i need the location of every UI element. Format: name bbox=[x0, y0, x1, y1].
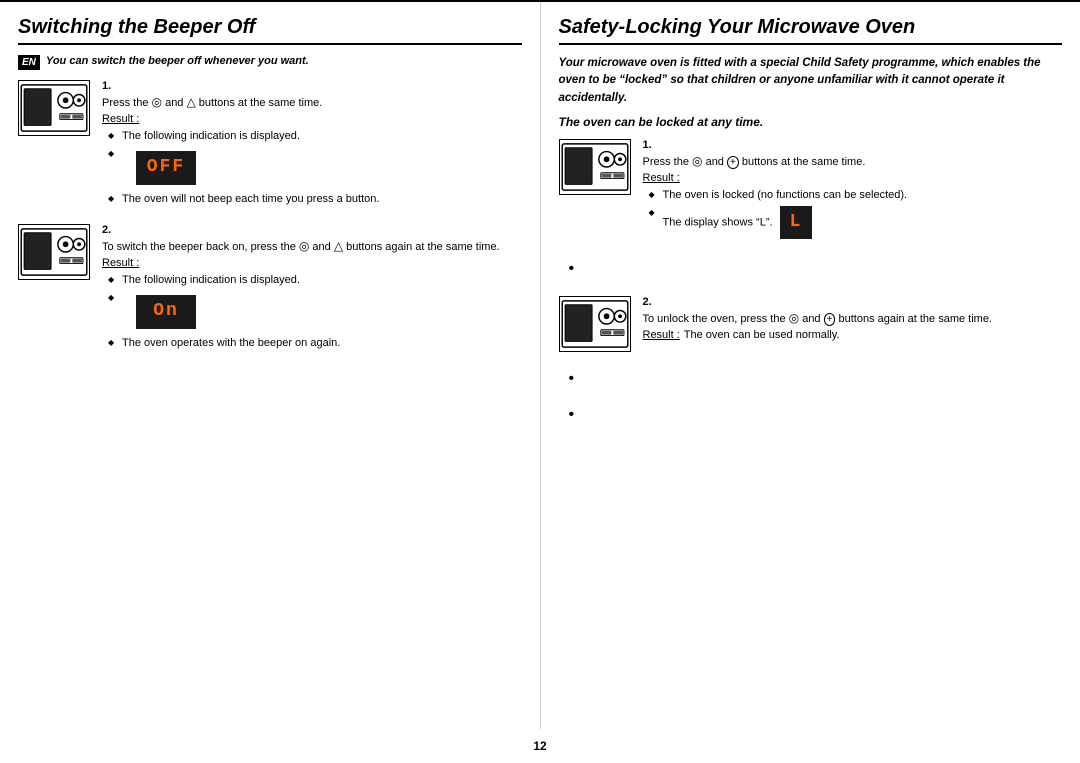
left-step2-bullet2: The oven operates with the beeper on aga… bbox=[108, 336, 522, 351]
right-intro: Your microwave oven is fitted with a spe… bbox=[559, 55, 1063, 107]
right-bullet-dot-2: • bbox=[559, 370, 1063, 388]
left-step2-bullet1: The following indication is displayed. bbox=[108, 273, 522, 288]
right-column: Safety-Locking Your Microwave Oven Your … bbox=[541, 2, 1080, 729]
page-number: 12 bbox=[0, 729, 1080, 763]
left-intro: EN You can switch the beeper off wheneve… bbox=[18, 55, 522, 70]
right-step1-row: 1. Press the ◎ and + buttons at the same… bbox=[559, 139, 1063, 243]
left-display-on: On bbox=[136, 295, 196, 328]
right-step2-result-label: Result : bbox=[643, 329, 680, 341]
oven-diagram-2 bbox=[18, 224, 90, 280]
right-step2-row: 2. To unlock the oven, press the ◎ and +… bbox=[559, 296, 1063, 352]
right-section-title: Safety-Locking Your Microwave Oven bbox=[559, 16, 1063, 45]
left-step2-bullets: The following indication is displayed. O… bbox=[102, 273, 522, 351]
right-step1-bullet2: The display shows “L”. L bbox=[649, 206, 1063, 239]
left-step1-bullets: The following indication is displayed. O… bbox=[102, 129, 522, 207]
left-step1-content: 1. Press the ◎ and △ buttons at the same… bbox=[102, 80, 522, 210]
right-step2-instruction: To unlock the oven, press the ◎ and + bu… bbox=[643, 311, 1063, 325]
right-step2-result-text: The oven can be used normally. bbox=[684, 329, 840, 341]
right-step2-content: 2. To unlock the oven, press the ◎ and +… bbox=[643, 296, 1063, 341]
right-subheading: The oven can be locked at any time. bbox=[559, 115, 1063, 129]
left-step1-instruction: Press the ◎ and △ buttons at the same ti… bbox=[102, 95, 522, 109]
left-intro-text: You can switch the beeper off whenever y… bbox=[46, 55, 309, 67]
right-bullet-dot-3: • bbox=[559, 406, 1063, 424]
right-bullet-dot-1: • bbox=[559, 260, 1063, 278]
left-section-title: Switching the Beeper Off bbox=[18, 16, 522, 45]
oven-diagram-right-2 bbox=[559, 296, 631, 352]
left-step2-row: 2. To switch the beeper back on, press t… bbox=[18, 224, 522, 354]
left-step1-number: 1. bbox=[102, 80, 522, 92]
left-step2-content: 2. To switch the beeper back on, press t… bbox=[102, 224, 522, 354]
left-display-off: OFF bbox=[136, 151, 196, 184]
right-step1-result-label: Result : bbox=[643, 172, 680, 184]
left-step2-display: On bbox=[108, 291, 522, 332]
right-step1-content: 1. Press the ◎ and + buttons at the same… bbox=[643, 139, 1063, 243]
left-step2-instruction: To switch the beeper back on, press the … bbox=[102, 239, 522, 253]
left-step1-result-label: Result : bbox=[102, 113, 139, 125]
right-display-L: L bbox=[780, 206, 813, 239]
left-step1-bullet1: The following indication is displayed. bbox=[108, 129, 522, 144]
right-step1-instruction: Press the ◎ and + buttons at the same ti… bbox=[643, 154, 1063, 168]
oven-diagram-1 bbox=[18, 80, 90, 136]
left-step1-row: 1. Press the ◎ and △ buttons at the same… bbox=[18, 80, 522, 210]
left-column: Switching the Beeper Off EN You can swit… bbox=[0, 2, 541, 729]
page: Switching the Beeper Off EN You can swit… bbox=[0, 0, 1080, 763]
right-step1-number: 1. bbox=[643, 139, 1063, 151]
left-step1-display: OFF bbox=[108, 147, 522, 188]
left-step1-bullet2: The oven will not beep each time you pre… bbox=[108, 192, 522, 207]
en-badge: EN bbox=[18, 55, 40, 70]
columns-container: Switching the Beeper Off EN You can swit… bbox=[0, 0, 1080, 729]
right-step1-bullet1: The oven is locked (no functions can be … bbox=[649, 188, 1063, 203]
right-step1-bullets: The oven is locked (no functions can be … bbox=[643, 188, 1063, 240]
left-step2-number: 2. bbox=[102, 224, 522, 236]
right-step2-number: 2. bbox=[643, 296, 1063, 308]
left-step2-result-label: Result : bbox=[102, 257, 139, 269]
oven-diagram-right-1 bbox=[559, 139, 631, 195]
